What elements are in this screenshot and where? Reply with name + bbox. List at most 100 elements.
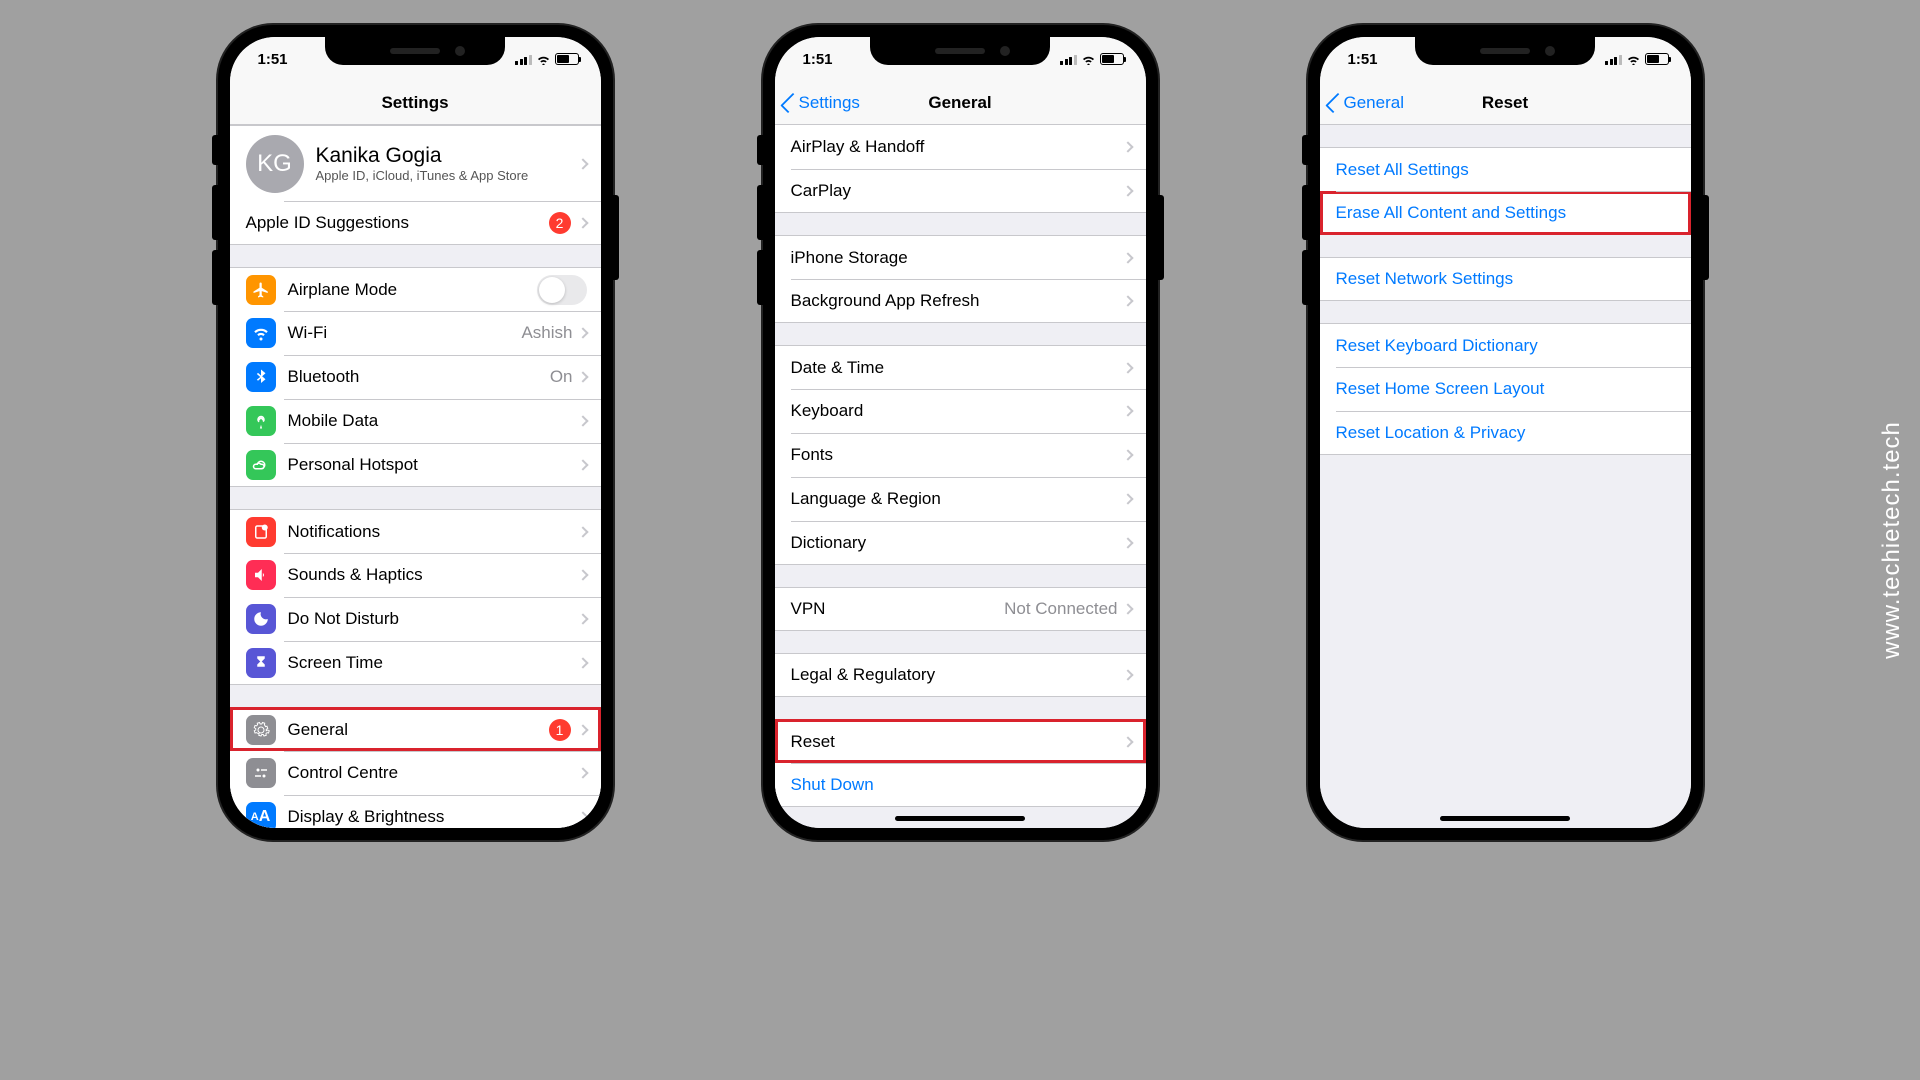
screentime-cell[interactable]: Screen Time bbox=[230, 641, 601, 685]
cell-label: Reset bbox=[791, 732, 1124, 752]
fonts-cell[interactable]: Fonts bbox=[775, 433, 1146, 477]
wifi-cell[interactable]: Wi-Fi Ashish bbox=[230, 311, 601, 355]
shutdown-cell[interactable]: Shut Down bbox=[775, 763, 1146, 807]
reset-location-cell[interactable]: Reset Location & Privacy bbox=[1320, 411, 1691, 455]
cell-value: Not Connected bbox=[1004, 599, 1117, 619]
storage-cell[interactable]: iPhone Storage bbox=[775, 235, 1146, 279]
back-button[interactable]: General bbox=[1326, 89, 1408, 117]
hotspot-cell[interactable]: Personal Hotspot bbox=[230, 443, 601, 487]
status-time: 1:51 bbox=[258, 51, 288, 68]
text-size-icon: AA bbox=[246, 802, 276, 828]
airplane-toggle[interactable] bbox=[537, 275, 587, 305]
lang-region-cell[interactable]: Language & Region bbox=[775, 477, 1146, 521]
chevron-right-icon bbox=[1122, 141, 1133, 152]
chevron-right-icon bbox=[577, 613, 588, 624]
cell-label: iPhone Storage bbox=[791, 248, 1124, 268]
chevron-right-icon bbox=[1122, 449, 1133, 460]
notifications-icon bbox=[246, 517, 276, 547]
airplane-mode-cell[interactable]: Airplane Mode bbox=[230, 267, 601, 311]
control-centre-cell[interactable]: Control Centre bbox=[230, 751, 601, 795]
cell-label: Reset Home Screen Layout bbox=[1336, 379, 1677, 399]
vpn-cell[interactable]: VPN Not Connected bbox=[775, 587, 1146, 631]
chevron-right-icon bbox=[1122, 405, 1133, 416]
reset-network-cell[interactable]: Reset Network Settings bbox=[1320, 257, 1691, 301]
phone-settings: 1:51 Settings KG Kanika Gogia Apple ID, bbox=[218, 25, 613, 840]
cell-label: Reset All Settings bbox=[1336, 160, 1677, 180]
notch bbox=[870, 37, 1050, 65]
reset-all-cell[interactable]: Reset All Settings bbox=[1320, 147, 1691, 191]
page-title: Settings bbox=[381, 93, 448, 113]
cell-label: AirPlay & Handoff bbox=[791, 137, 1124, 157]
profile-name: Kanika Gogia bbox=[316, 144, 579, 168]
cell-label: Language & Region bbox=[791, 489, 1124, 509]
chevron-right-icon bbox=[577, 811, 588, 822]
chevron-right-icon bbox=[1122, 362, 1133, 373]
notifications-cell[interactable]: Notifications bbox=[230, 509, 601, 553]
cell-label: Reset Location & Privacy bbox=[1336, 423, 1677, 443]
sound-icon bbox=[246, 560, 276, 590]
cell-label: Reset Keyboard Dictionary bbox=[1336, 336, 1677, 356]
display-cell[interactable]: AA Display & Brightness bbox=[230, 795, 601, 828]
reset-home-cell[interactable]: Reset Home Screen Layout bbox=[1320, 367, 1691, 411]
home-indicator[interactable] bbox=[1440, 816, 1570, 821]
reset-keyboard-cell[interactable]: Reset Keyboard Dictionary bbox=[1320, 323, 1691, 367]
legal-cell[interactable]: Legal & Regulatory bbox=[775, 653, 1146, 697]
cell-label: Sounds & Haptics bbox=[288, 565, 579, 585]
cell-value: On bbox=[550, 367, 573, 387]
bg-refresh-cell[interactable]: Background App Refresh bbox=[775, 279, 1146, 323]
wifi-icon bbox=[246, 318, 276, 348]
keyboard-cell[interactable]: Keyboard bbox=[775, 389, 1146, 433]
bluetooth-cell[interactable]: Bluetooth On bbox=[230, 355, 601, 399]
chevron-right-icon bbox=[1122, 493, 1133, 504]
moon-icon bbox=[246, 604, 276, 634]
cell-label: Mobile Data bbox=[288, 411, 579, 431]
cell-label: Legal & Regulatory bbox=[791, 665, 1124, 685]
phone-reset: 1:51 General Reset Reset All Settings bbox=[1308, 25, 1703, 840]
chevron-right-icon bbox=[577, 327, 588, 338]
chevron-right-icon bbox=[1122, 537, 1133, 548]
erase-all-cell[interactable]: Erase All Content and Settings bbox=[1320, 191, 1691, 235]
page-title: General bbox=[928, 93, 991, 113]
dnd-cell[interactable]: Do Not Disturb bbox=[230, 597, 601, 641]
status-time: 1:51 bbox=[803, 51, 833, 68]
home-indicator[interactable] bbox=[895, 816, 1025, 821]
mobile-data-cell[interactable]: Mobile Data bbox=[230, 399, 601, 443]
cell-label: Dictionary bbox=[791, 533, 1124, 553]
chevron-left-icon bbox=[780, 92, 801, 113]
airplay-cell[interactable]: AirPlay & Handoff bbox=[775, 125, 1146, 169]
cell-label: VPN bbox=[791, 599, 1005, 619]
profile-subtitle: Apple ID, iCloud, iTunes & App Store bbox=[316, 168, 579, 183]
back-button[interactable]: Settings bbox=[781, 89, 864, 117]
hotspot-icon bbox=[246, 450, 276, 480]
wifi-icon bbox=[536, 54, 551, 65]
battery-icon bbox=[1645, 53, 1669, 65]
cell-label: Apple ID Suggestions bbox=[246, 213, 549, 233]
carplay-cell[interactable]: CarPlay bbox=[775, 169, 1146, 213]
cellular-icon bbox=[1060, 54, 1077, 65]
back-label: General bbox=[1344, 93, 1404, 113]
chevron-right-icon bbox=[1122, 736, 1133, 747]
date-time-cell[interactable]: Date & Time bbox=[775, 345, 1146, 389]
cell-label: Date & Time bbox=[791, 358, 1124, 378]
apple-id-suggestions[interactable]: Apple ID Suggestions 2 bbox=[230, 201, 601, 245]
hourglass-icon bbox=[246, 648, 276, 678]
cell-label: CarPlay bbox=[791, 181, 1124, 201]
badge: 2 bbox=[549, 212, 571, 234]
page-title: Reset bbox=[1482, 93, 1528, 113]
chevron-right-icon bbox=[577, 569, 588, 580]
chevron-right-icon bbox=[1122, 185, 1133, 196]
sounds-cell[interactable]: Sounds & Haptics bbox=[230, 553, 601, 597]
chevron-right-icon bbox=[577, 371, 588, 382]
cell-label: Display & Brightness bbox=[288, 807, 579, 827]
phone-general: 1:51 Settings General AirPlay & Handoff bbox=[763, 25, 1158, 840]
profile-cell[interactable]: KG Kanika Gogia Apple ID, iCloud, iTunes… bbox=[230, 125, 601, 201]
chevron-right-icon bbox=[577, 415, 588, 426]
chevron-right-icon bbox=[577, 158, 588, 169]
dictionary-cell[interactable]: Dictionary bbox=[775, 521, 1146, 565]
badge: 1 bbox=[549, 719, 571, 741]
cell-label: General bbox=[288, 720, 549, 740]
cellular-icon bbox=[1605, 54, 1622, 65]
chevron-right-icon bbox=[577, 657, 588, 668]
reset-cell[interactable]: Reset bbox=[775, 719, 1146, 763]
general-cell[interactable]: General 1 bbox=[230, 707, 601, 751]
